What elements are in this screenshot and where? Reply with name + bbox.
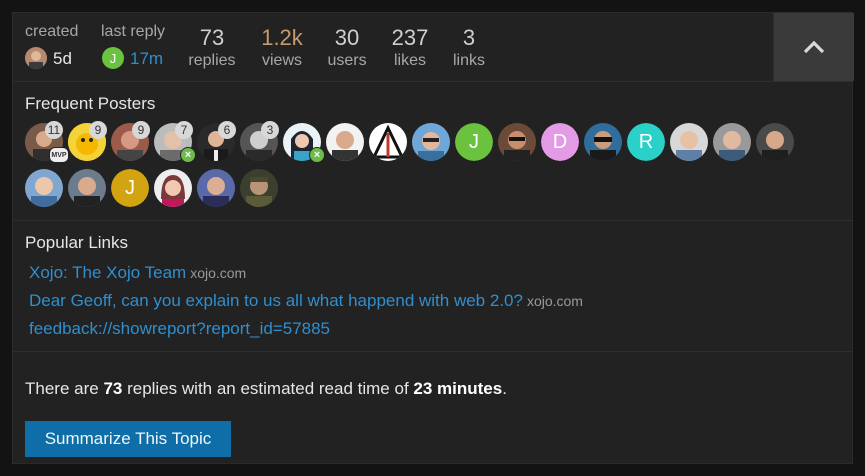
poster-avatar[interactable]: D (541, 123, 579, 161)
poster-avatar[interactable] (68, 169, 106, 207)
chevron-up-icon (803, 40, 825, 54)
poster-avatar[interactable]: R (627, 123, 665, 161)
poster-letter: J (455, 123, 493, 161)
summarize-topic-button[interactable]: Summarize This Topic (25, 421, 231, 457)
post-count-badge: 9 (132, 121, 150, 139)
post-count-badge: 3 (261, 121, 279, 139)
post-count-badge: 6 (218, 121, 236, 139)
popular-link-item: feedback://showreport?report_id=57885 (29, 319, 330, 339)
popular-links-title: Popular Links (25, 233, 129, 252)
replies-count: 73 (199, 25, 225, 50)
popular-link[interactable]: Dear Geoff, can you explain to us all wh… (29, 291, 523, 310)
poster-avatar[interactable] (240, 169, 278, 207)
topic-map: created 5d last reply J 17m 73 replies 1… (12, 12, 854, 464)
poster-avatar[interactable] (498, 123, 536, 161)
links-label: links (452, 52, 485, 69)
post-count-badge: 9 (89, 121, 107, 139)
replies-label: replies (188, 52, 236, 69)
last-reply-label: last reply (101, 23, 166, 40)
popular-links-section: Popular Links Xojo: The Xojo Team xojo.co… (13, 220, 852, 352)
summary-prefix: There are (25, 379, 104, 398)
created-value[interactable]: 5d (53, 49, 72, 69)
mvp-badge: MVP (49, 147, 69, 163)
poster-letter: D (541, 123, 579, 161)
last-reply-avatar[interactable]: J (102, 47, 124, 69)
link-domain: xojo.com (526, 293, 583, 309)
frequent-posters-title: Frequent Posters (25, 94, 156, 113)
last-reply-value[interactable]: 17m (130, 49, 163, 69)
popular-link-item: Xojo: The Xojo Team xojo.com (29, 263, 246, 283)
frequent-posters-section: Frequent Posters 11 MVP 9 9 7 × 6 3 × J … (13, 81, 852, 221)
poster-avatar[interactable] (25, 169, 63, 207)
poster-avatar[interactable] (412, 123, 450, 161)
collapse-button[interactable] (773, 13, 854, 81)
poster-avatar[interactable]: J (455, 123, 493, 161)
moderator-badge-icon: × (180, 147, 196, 163)
links-count: 3 (462, 25, 476, 50)
poster-avatar[interactable]: J (111, 169, 149, 207)
summary-replies: 73 (103, 379, 123, 398)
link-domain: xojo.com (190, 265, 247, 281)
poster-avatar[interactable] (369, 123, 407, 161)
poster-letter: R (627, 123, 665, 161)
summary-middle: replies with an estimated read time of (122, 379, 414, 398)
popular-link[interactable]: feedback://showreport?report_id=57885 (29, 319, 330, 338)
poster-avatar[interactable] (326, 123, 364, 161)
poster-avatar[interactable] (713, 123, 751, 161)
poster-avatar[interactable] (756, 123, 794, 161)
popular-link[interactable]: Xojo: The Xojo Team (29, 263, 186, 282)
moderator-badge-icon: × (309, 147, 325, 163)
topic-stats: created 5d last reply J 17m 73 replies 1… (13, 13, 854, 82)
read-time-summary: There are 73 replies with an estimated r… (25, 379, 507, 399)
poster-avatar[interactable] (584, 123, 622, 161)
poster-avatar[interactable] (197, 169, 235, 207)
post-count-badge: 7 (175, 121, 193, 139)
creator-avatar[interactable] (25, 47, 47, 69)
summary-read-time: 23 minutes (413, 379, 503, 398)
poster-avatar[interactable] (670, 123, 708, 161)
post-count-badge: 11 (45, 121, 63, 139)
popular-link-item: Dear Geoff, can you explain to us all wh… (29, 291, 583, 311)
poster-avatar[interactable] (154, 169, 192, 207)
poster-letter: J (111, 169, 149, 207)
created-label: created (25, 23, 79, 40)
summary-suffix: . (502, 379, 507, 398)
